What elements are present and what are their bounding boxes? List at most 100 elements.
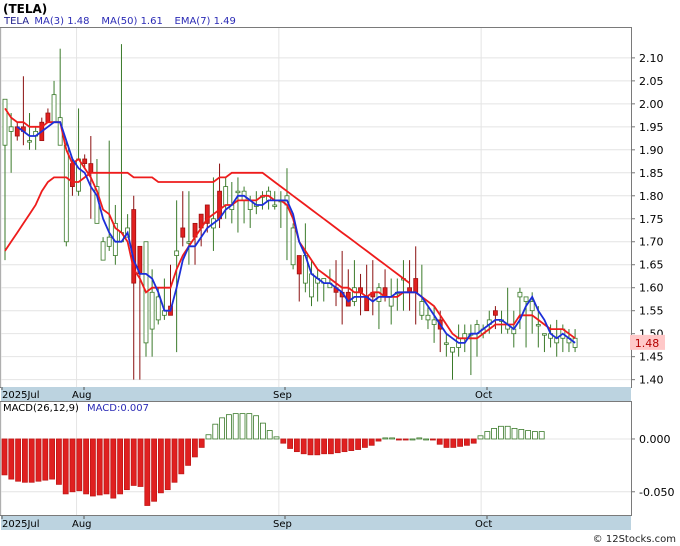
macd-bar	[191, 438, 198, 458]
macd-bar	[253, 415, 260, 440]
macd-bar	[21, 438, 28, 483]
candle-body	[51, 94, 57, 123]
macd-bar	[484, 431, 491, 440]
macd-bar	[382, 437, 389, 440]
legend-entry: MA(50) 1.61	[101, 16, 162, 27]
candle-body	[149, 291, 155, 330]
macd-bar	[15, 438, 22, 482]
macd-indicator-label: MACD(26,12,9)	[3, 403, 79, 414]
legend-entry: EMA(7) 1.49	[175, 16, 236, 27]
candle-body	[82, 158, 88, 165]
macd-bar	[327, 438, 334, 455]
macd-bar	[49, 438, 55, 480]
legend-entry: MA(3) 1.48	[34, 16, 89, 27]
macd-bar	[504, 425, 511, 440]
x-axis-label: Sep	[273, 519, 292, 530]
candle-body	[223, 186, 229, 206]
macd-bar	[96, 438, 103, 496]
price-y-tick-label: 1.45	[639, 351, 664, 364]
macd-bar	[321, 438, 328, 455]
macd-bar	[470, 438, 477, 444]
macd-y-tick-label: -0.050	[639, 486, 674, 499]
macd-bar	[130, 438, 137, 486]
price-legend: TELA MA(3) 1.48 MA(50) 1.61 EMA(7) 1.49	[3, 16, 236, 27]
x-axis-label: 2025Jul	[2, 390, 40, 401]
macd-value-label: MACD:0.007	[87, 403, 149, 414]
price-y-tick-label: 1.95	[639, 121, 664, 134]
candle-body	[106, 236, 112, 247]
price-x-axis-bar	[1, 387, 631, 401]
macd-bar	[443, 438, 450, 448]
macd-bar	[83, 438, 89, 495]
macd-bar	[8, 438, 15, 480]
candle-body	[272, 204, 278, 207]
macd-bar	[144, 438, 151, 506]
candle-body	[413, 278, 419, 293]
macd-bar	[361, 438, 368, 448]
macd-x-axis-bar	[1, 516, 631, 530]
candle-body	[450, 347, 455, 353]
candle-body	[419, 301, 425, 316]
candle-body	[100, 241, 106, 261]
candle-body	[70, 163, 75, 187]
price-y-tick-label: 1.80	[639, 190, 664, 203]
macd-bar	[477, 435, 484, 440]
macd-bar	[416, 437, 423, 440]
macd-bar	[178, 438, 185, 475]
x-axis-label: Aug	[72, 390, 92, 401]
x-axis-label: Sep	[273, 390, 292, 401]
macd-bar	[334, 438, 341, 454]
macd-bar	[525, 430, 531, 440]
price-y-tick-label: 1.70	[639, 236, 664, 249]
macd-bar	[463, 438, 470, 446]
price-y-tick-label: 1.90	[639, 144, 664, 157]
candle-body	[309, 273, 314, 298]
macd-bar	[348, 438, 355, 451]
macd-bar	[90, 438, 96, 497]
macd-bar	[436, 438, 443, 445]
candle-body	[542, 333, 547, 336]
macd-bar	[273, 436, 280, 440]
macd-bar	[355, 438, 362, 450]
candle-body	[8, 126, 14, 132]
candle-body	[174, 250, 180, 256]
macd-bar	[124, 438, 130, 491]
macd-y-tick-label: 0.000	[639, 433, 671, 446]
x-axis-label: Oct	[475, 390, 492, 401]
x-axis-label: Aug	[72, 519, 92, 530]
candle-body	[529, 301, 535, 312]
candle-body	[425, 314, 431, 321]
candle-body	[290, 227, 296, 266]
candle-body	[217, 190, 222, 220]
macd-bar	[307, 438, 314, 456]
price-y-tick-label: 1.75	[639, 213, 664, 226]
candle-body	[2, 98, 8, 146]
candle-body	[88, 163, 94, 174]
macd-bar	[375, 438, 382, 442]
candle-body	[517, 291, 523, 298]
macd-bar	[457, 438, 464, 447]
chart-header: (TELA) TELA MA(3) 1.48 MA(50) 1.61 EMA(7) 1…	[3, 2, 236, 27]
candle-body	[45, 112, 51, 123]
ticker-title: (TELA)	[3, 2, 47, 16]
candle-body	[27, 140, 32, 143]
macd-bar	[205, 434, 212, 440]
watermark: © 12Stocks.com	[593, 534, 676, 545]
macd-bar	[42, 438, 49, 481]
macd-bar	[117, 438, 123, 495]
macd-bar	[402, 438, 409, 441]
price-y-tick-label: 1.65	[639, 259, 664, 272]
macd-bar	[280, 438, 287, 444]
macd-y-axis: 0.000 -0.050	[631, 433, 674, 499]
candle-body	[376, 287, 382, 302]
macd-bar	[368, 438, 375, 446]
macd-bar	[219, 417, 226, 440]
macd-bar	[341, 438, 348, 453]
legend-entry: TELA	[3, 16, 29, 27]
macd-bar	[518, 429, 525, 440]
macd-bar	[300, 438, 307, 455]
macd-bar	[239, 413, 246, 440]
macd-bar	[164, 438, 171, 491]
macd-bar	[259, 422, 266, 440]
macd-bar	[287, 438, 294, 449]
